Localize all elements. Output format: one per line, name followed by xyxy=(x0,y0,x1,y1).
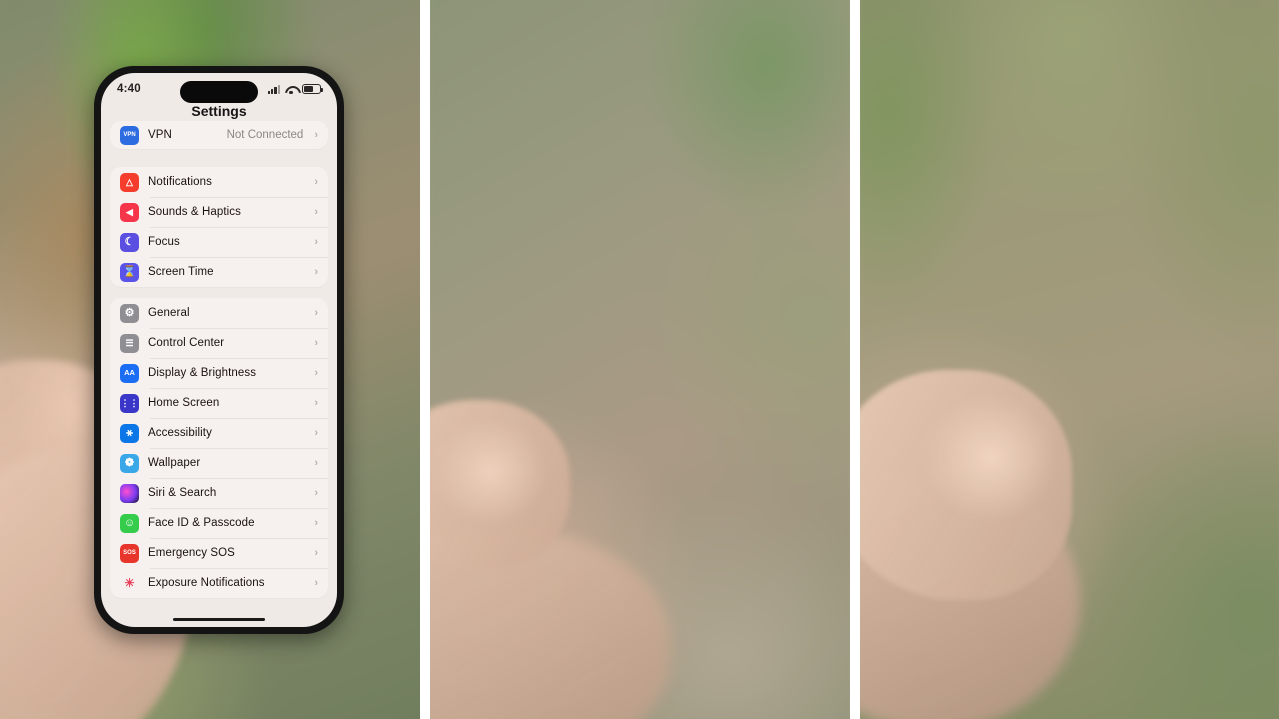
control-center-icon: ☰ xyxy=(120,333,139,353)
wallpaper-icon: ❁ xyxy=(120,453,139,473)
wifi-icon xyxy=(285,85,297,94)
display-brightness-icon: AA xyxy=(120,363,139,383)
battery-icon xyxy=(302,84,323,94)
chevron-right-icon: › xyxy=(314,517,318,529)
settings-row-wallpaper[interactable]: ❁ Wallpaper › xyxy=(110,448,328,478)
settings-row-label: Emergency SOS xyxy=(148,547,235,559)
background-outdoor-blurred xyxy=(430,0,850,719)
settings-row-label: Sounds & Haptics xyxy=(148,206,242,218)
settings-row-sounds-haptics[interactable]: ◀ Sounds & Haptics › xyxy=(110,197,328,227)
settings-row-vpn[interactable]: VPN VPN Not Connected › xyxy=(110,121,328,149)
signal-bars-icon xyxy=(267,84,280,94)
settings-row-label: Exposure Notifications xyxy=(148,577,265,589)
panel-divider xyxy=(850,0,860,719)
settings-row-emergency-sos[interactable]: SOS Emergency SOS › xyxy=(110,538,328,568)
settings-row-value: Not Connected xyxy=(226,129,304,141)
settings-row-control-center[interactable]: ☰ Control Center › xyxy=(110,328,328,358)
panel-settings-app: 4:40 Settings VPN VPN Not Connected › △ … xyxy=(0,0,420,719)
panel-divider xyxy=(420,0,430,719)
settings-row-label: Control Center xyxy=(148,337,225,349)
chevron-right-icon: › xyxy=(314,236,318,248)
chevron-right-icon: › xyxy=(314,266,318,278)
face-id-icon: ☺ xyxy=(120,513,139,533)
settings-row-screen-time[interactable]: ⌛ Screen Time › xyxy=(110,257,328,287)
general-icon: ⚙ xyxy=(120,303,139,323)
panel-add-controls-list: ◑ Dark Mode 🔒 Guided Access ♂ Hearing xyxy=(430,0,850,719)
screen-time-icon: ⌛ xyxy=(120,262,139,282)
settings-row-label: General xyxy=(148,307,190,319)
settings-row-label: Home Screen xyxy=(148,397,220,409)
settings-row-label: Display & Brightness xyxy=(148,367,257,379)
settings-row-exposure-notifications[interactable]: ☀ Exposure Notifications › xyxy=(110,568,328,598)
status-bar-indicators xyxy=(267,84,323,94)
settings-row-display-brightness[interactable]: AA Display & Brightness › xyxy=(110,358,328,388)
background-outdoor-blurred xyxy=(860,0,1279,719)
three-panel-iphone-screenshot-collage: 4:40 Settings VPN VPN Not Connected › △ … xyxy=(0,0,1279,719)
settings-row-accessibility[interactable]: ⚹ Accessibility › xyxy=(110,418,328,448)
settings-row-label: Siri & Search xyxy=(148,487,217,499)
settings-row-general[interactable]: ⚙ General › xyxy=(110,298,328,328)
settings-row-focus[interactable]: ☾ Focus › xyxy=(110,227,328,257)
settings-row-home-screen[interactable]: ⋮⋮ Home Screen › xyxy=(110,388,328,418)
dynamic-island xyxy=(180,81,258,103)
chevron-right-icon: › xyxy=(314,547,318,559)
settings-row-label: Screen Time xyxy=(148,266,214,278)
settings-row-label: VPN xyxy=(148,129,172,141)
settings-row-label: Wallpaper xyxy=(148,457,201,469)
settings-list[interactable]: VPN VPN Not Connected › △ Notifications … xyxy=(101,121,337,627)
settings-row-label: Accessibility xyxy=(148,427,212,439)
iphone-screen-1: 4:40 Settings VPN VPN Not Connected › △ … xyxy=(101,73,337,627)
chevron-right-icon: › xyxy=(314,337,318,349)
emergency-sos-icon: SOS xyxy=(120,543,139,563)
page-title: Settings xyxy=(191,103,247,119)
settings-group-b: ⚙ General › ☰ Control Center › AA Displa… xyxy=(110,298,328,598)
focus-icon: ☾ xyxy=(120,232,139,252)
chevron-right-icon: › xyxy=(314,487,318,499)
settings-group-a: △ Notifications › ◀ Sounds & Haptics › ☾… xyxy=(110,167,328,287)
notifications-icon: △ xyxy=(120,172,139,192)
chevron-right-icon: › xyxy=(314,129,318,141)
chevron-right-icon: › xyxy=(314,427,318,439)
iphone-device-frame-1: 4:40 Settings VPN VPN Not Connected › △ … xyxy=(94,66,344,634)
settings-row-label: Face ID & Passcode xyxy=(148,517,255,529)
chevron-right-icon: › xyxy=(314,176,318,188)
home-indicator xyxy=(173,618,265,621)
chevron-right-icon: › xyxy=(314,206,318,218)
siri-search-icon xyxy=(120,483,139,503)
settings-row-notifications[interactable]: △ Notifications › xyxy=(110,167,328,197)
vpn-icon: VPN xyxy=(120,125,139,145)
chevron-right-icon: › xyxy=(314,457,318,469)
chevron-right-icon: › xyxy=(314,367,318,379)
settings-row-label: Focus xyxy=(148,236,180,248)
panel-text-size-control: Text Size 110% xyxy=(860,0,1279,719)
exposure-notifications-icon: ☀ xyxy=(120,573,139,593)
chevron-right-icon: › xyxy=(314,397,318,409)
settings-row-face-id-passcode[interactable]: ☺ Face ID & Passcode › xyxy=(110,508,328,538)
settings-row-label: Notifications xyxy=(148,176,212,188)
accessibility-icon: ⚹ xyxy=(120,423,139,443)
chevron-right-icon: › xyxy=(314,307,318,319)
home-screen-icon: ⋮⋮ xyxy=(120,393,139,413)
settings-row-siri-search[interactable]: Siri & Search › xyxy=(110,478,328,508)
settings-group-vpn: VPN VPN Not Connected › xyxy=(110,121,328,149)
status-bar-time: 4:40 xyxy=(117,83,141,95)
sounds-haptics-icon: ◀ xyxy=(120,202,139,222)
chevron-right-icon: › xyxy=(314,577,318,589)
